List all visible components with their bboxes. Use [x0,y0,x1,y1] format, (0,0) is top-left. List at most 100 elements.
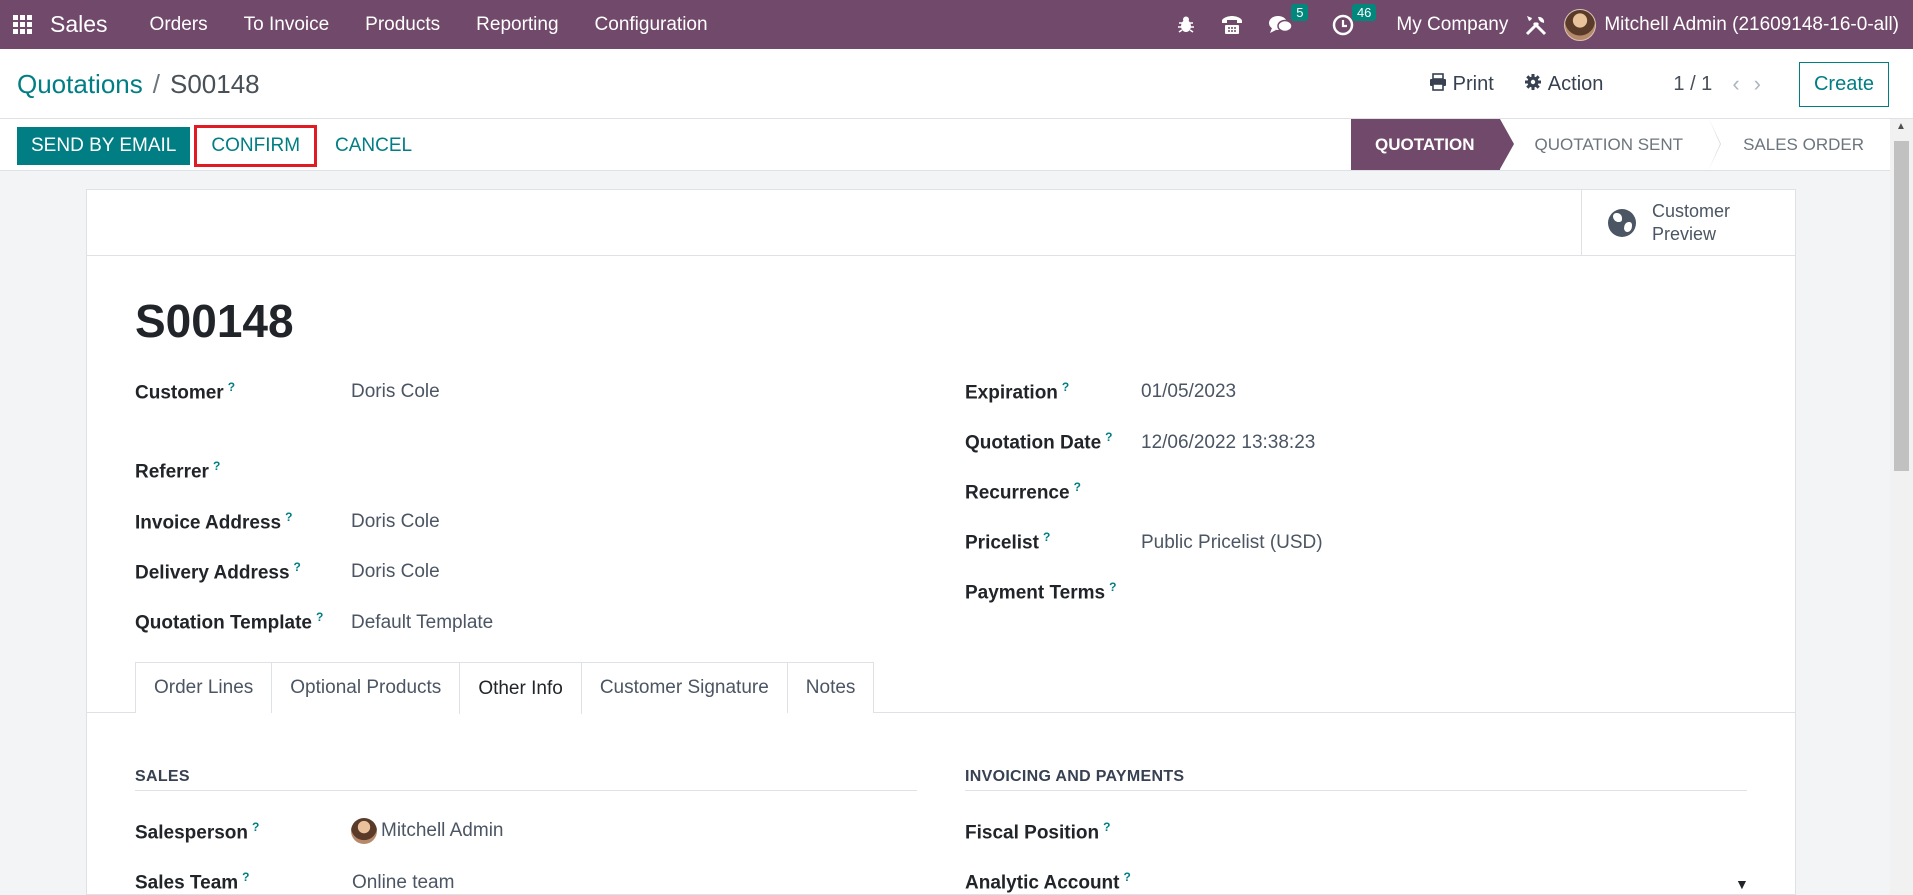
help-icon[interactable]: ? [242,870,249,884]
breadcrumb-quotations-link[interactable]: Quotations [17,69,143,99]
salesperson-label: Salesperson? [135,820,260,844]
record-title: S00148 [135,295,294,347]
salesperson-field[interactable]: Mitchell Admin [351,818,504,844]
tab-order-lines[interactable]: Order Lines [135,662,273,713]
stage-sales-order[interactable]: SALES ORDER [1709,119,1890,170]
action-button[interactable]: Action [1524,72,1604,96]
customer-label: Customer? [135,380,236,404]
help-icon[interactable]: ? [1109,580,1116,594]
stage-quotation[interactable]: QUOTATION [1351,119,1515,170]
sales-section-title: SALES [135,768,190,785]
delivery-address-field[interactable]: Doris Cole [351,561,440,583]
chevron-down-icon[interactable]: ▼ [1735,876,1749,892]
payment-terms-label: Payment Terms? [965,580,1117,604]
tab-notes[interactable]: Notes [786,662,875,713]
quotation-date-field[interactable]: 12/06/2022 13:38:23 [1141,432,1315,454]
tab-other-info[interactable]: Other Info [459,662,582,714]
messages-count-badge: 5 [1291,4,1309,21]
help-icon[interactable]: ? [294,560,301,574]
delivery-address-label: Delivery Address? [135,560,301,584]
menu-reporting[interactable]: Reporting [458,0,576,49]
tab-customer-signature[interactable]: Customer Signature [580,662,788,713]
scroll-up-icon[interactable]: ▲ [1896,121,1906,132]
tools-icon[interactable] [1524,0,1548,49]
action-label: Action [1547,72,1604,95]
user-avatar [1564,8,1597,41]
help-icon[interactable]: ? [1062,380,1069,394]
chat-icon[interactable]: 5 [1268,0,1309,49]
help-icon[interactable]: ? [228,380,235,394]
fiscal-position-label: Fiscal Position? [965,820,1111,844]
quotation-template-label: Quotation Template? [135,610,324,634]
menu-orders[interactable]: Orders [132,0,226,49]
pager-value[interactable]: 1 / 1 [1673,73,1712,96]
invoice-address-field[interactable]: Doris Cole [351,511,440,533]
analytic-account-label: Analytic Account? [965,870,1131,894]
invoice-address-label: Invoice Address? [135,510,293,534]
pricelist-field[interactable]: Public Pricelist (USD) [1141,532,1323,554]
help-icon[interactable]: ? [1074,480,1081,494]
breadcrumb: Quotations / S00148 [17,69,260,100]
page-scrollbar[interactable]: ▲ [1890,119,1913,895]
company-switcher[interactable]: My Company [1396,14,1508,36]
pager-previous-icon[interactable]: ‹ [1732,71,1739,97]
status-bar: SEND BY EMAIL CONFIRM CANCEL QUOTATION Q… [0,119,1890,171]
print-button[interactable]: Print [1429,73,1494,96]
salesperson-avatar [351,818,377,844]
bug-icon[interactable] [1176,0,1196,49]
help-icon[interactable]: ? [285,510,292,524]
expiration-label: Expiration? [965,380,1070,404]
breadcrumb-current: S00148 [169,69,260,99]
notebook-tabs: Order Lines Optional Products Other Info… [135,662,875,714]
help-icon[interactable]: ? [1105,430,1112,444]
user-name: Mitchell Admin (21609148-16-0-all) [1604,13,1899,35]
help-icon[interactable]: ? [213,459,220,473]
pricelist-label: Pricelist? [965,530,1051,554]
menu-products[interactable]: Products [347,0,458,49]
sales-team-label: Sales Team? [135,870,250,894]
tab-optional-products[interactable]: Optional Products [271,662,461,713]
print-label: Print [1452,72,1494,95]
expiration-field[interactable]: 01/05/2023 [1141,381,1236,403]
help-icon[interactable]: ? [1103,820,1110,834]
quotation-date-label: Quotation Date? [965,430,1113,454]
apps-menu-icon[interactable] [0,0,44,49]
cancel-button[interactable]: CANCEL [321,127,426,165]
sales-section-divider [135,790,917,791]
phone-icon[interactable] [1220,0,1244,49]
customer-preview-label-line2: Preview [1652,224,1717,244]
control-panel: Quotations / S00148 Print Action 1 / 1 ‹ ›… [0,49,1913,119]
quotation-template-field[interactable]: Default Template [351,612,493,634]
stage-pipeline: QUOTATION QUOTATION SENT SALES ORDER [1351,119,1890,170]
button-box: Customer Preview [87,190,1795,256]
breadcrumb-separator: / [152,69,160,99]
app-name[interactable]: Sales [50,11,108,38]
referrer-label: Referrer? [135,459,221,483]
help-icon[interactable]: ? [1124,870,1131,884]
confirm-button[interactable]: CONFIRM [194,125,318,167]
send-by-email-button[interactable]: SEND BY EMAIL [17,127,191,165]
user-menu[interactable]: Mitchell Admin (21609148-16-0-all) [1564,8,1899,41]
pager-next-icon[interactable]: › [1754,71,1761,97]
menu-configuration[interactable]: Configuration [577,0,726,49]
customer-field[interactable]: Doris Cole [351,381,440,403]
invoicing-section-title: INVOICING AND PAYMENTS [965,768,1185,785]
help-icon[interactable]: ? [316,610,323,624]
menu-to-invoice[interactable]: To Invoice [226,0,348,49]
help-icon[interactable]: ? [252,820,259,834]
print-icon [1429,72,1447,96]
form-sheet: Customer Preview S00148 Customer? Doris … [86,189,1796,895]
customer-preview-label-line1: Customer [1652,201,1731,221]
salesperson-name: Mitchell Admin [381,820,504,842]
gear-icon [1524,73,1542,96]
recurrence-label: Recurrence? [965,480,1081,504]
invoicing-section-divider [965,790,1747,791]
customer-preview-button[interactable]: Customer Preview [1581,190,1795,256]
help-icon[interactable]: ? [1043,530,1050,544]
clock-icon[interactable]: 46 [1332,0,1377,49]
scrollbar-thumb[interactable] [1894,141,1909,471]
activities-count-badge: 46 [1351,4,1377,21]
sales-team-field[interactable]: Online team [352,872,454,894]
create-button[interactable]: Create [1798,61,1889,107]
stage-quotation-sent[interactable]: QUOTATION SENT [1500,119,1721,170]
